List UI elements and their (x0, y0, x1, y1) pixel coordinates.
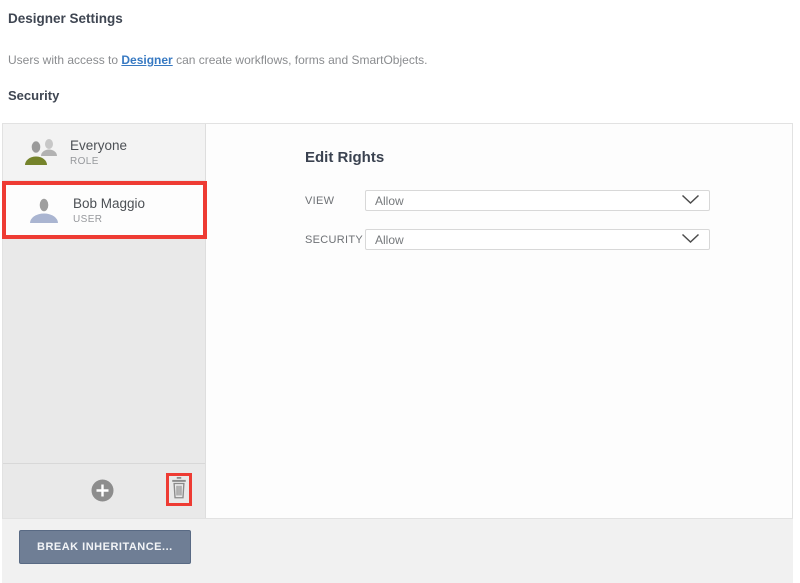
break-inheritance-button[interactable]: BREAK INHERITANCE... (19, 530, 191, 564)
description-prefix: Users with access to (8, 53, 121, 67)
designer-settings-page: Designer Settings Users with access to D… (0, 0, 800, 583)
inheritance-action-bar: BREAK INHERITANCE... (2, 519, 793, 583)
annotation-box-selected-user: Bob Maggio USER (2, 181, 207, 239)
principal-item-bob-maggio[interactable]: Bob Maggio USER (6, 185, 203, 235)
security-rights-row: SECURITY Allow (305, 229, 792, 250)
chevron-down-icon (681, 231, 700, 249)
principal-item-everyone[interactable]: Everyone ROLE (3, 124, 205, 180)
trash-icon (170, 475, 188, 504)
view-label: VIEW (305, 195, 365, 207)
designer-link[interactable]: Designer (121, 53, 172, 67)
add-principal-button[interactable] (91, 479, 114, 502)
view-rights-dropdown[interactable]: Allow (365, 190, 710, 211)
delete-principal-button[interactable] (170, 475, 188, 504)
edit-rights-heading: Edit Rights (305, 149, 792, 166)
page-description: Users with access to Designer can create… (8, 53, 800, 67)
sidebar-spacer (3, 239, 205, 463)
principal-text: Everyone ROLE (70, 138, 127, 167)
security-panel: Everyone ROLE Bob Maggio USER (2, 123, 793, 519)
security-label: SECURITY (305, 234, 365, 246)
annotation-box-delete-button (166, 473, 192, 506)
description-suffix: can create workflows, forms and SmartObj… (173, 53, 428, 67)
chevron-down-icon (681, 192, 700, 210)
page-title: Designer Settings (0, 0, 800, 26)
principal-name: Everyone (70, 138, 127, 154)
security-rights-dropdown[interactable]: Allow (365, 229, 710, 250)
principal-name: Bob Maggio (73, 196, 145, 212)
sidebar-footer (3, 463, 205, 518)
plus-icon (91, 490, 114, 505)
view-rights-row: VIEW Allow (305, 190, 792, 211)
principals-sidebar: Everyone ROLE Bob Maggio USER (3, 124, 206, 518)
user-icon (26, 194, 62, 226)
role-group-icon (23, 136, 59, 168)
principal-type: USER (73, 214, 145, 225)
security-rights-value: Allow (375, 233, 404, 247)
security-section-title: Security (8, 88, 800, 103)
principal-type: ROLE (70, 156, 127, 167)
principal-text: Bob Maggio USER (73, 196, 145, 225)
edit-rights-panel: Edit Rights VIEW Allow SECURITY Allow (206, 124, 792, 518)
view-rights-value: Allow (375, 194, 404, 208)
